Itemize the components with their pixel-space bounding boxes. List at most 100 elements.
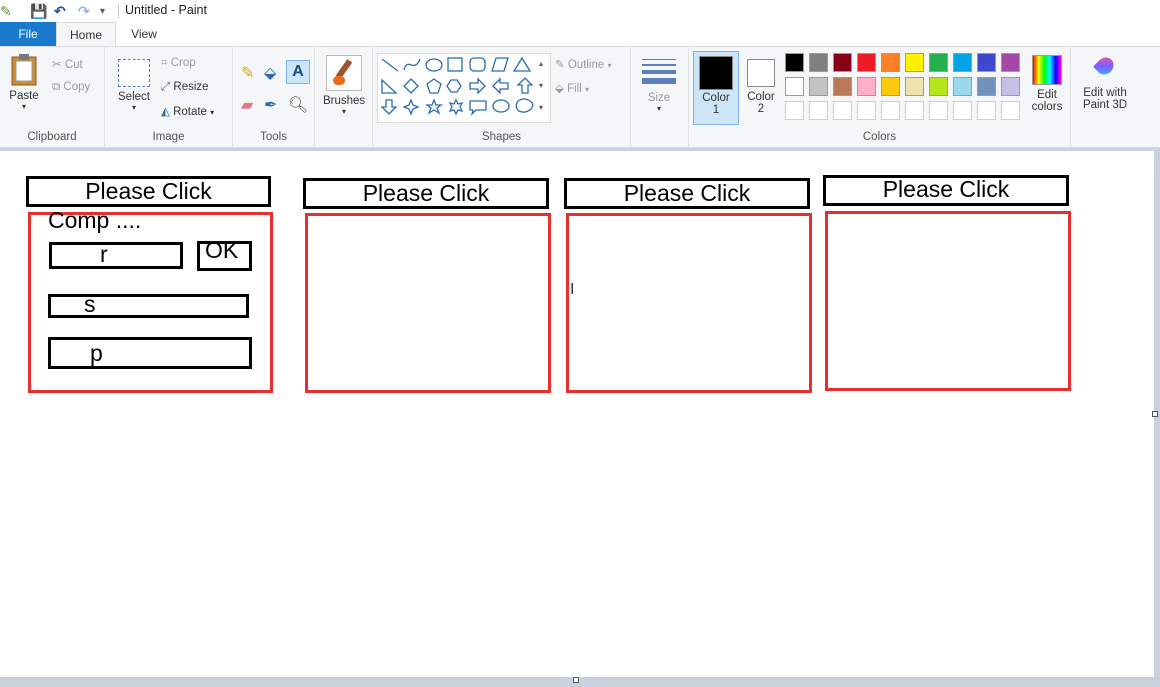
cut-label: Cut (64, 59, 83, 71)
drawing-canvas[interactable]: Please Click Comp .... r OK s p Please C… (0, 151, 1154, 677)
panel-2-header[interactable]: Please Click (303, 178, 549, 209)
brushes-button[interactable]: Brushes ▾ (323, 55, 365, 116)
brushes-label: Brushes (323, 95, 366, 107)
palette-swatch[interactable] (1001, 101, 1020, 120)
resize-icon: ⤢ (161, 81, 171, 93)
palette-swatch[interactable] (857, 53, 876, 72)
fill-button[interactable]: ⬙ Fill ▾ (555, 81, 589, 95)
fill-bucket-icon[interactable]: ⬙ (264, 63, 276, 83)
redo-icon[interactable]: ↷ (78, 3, 90, 20)
palette-swatch[interactable] (977, 101, 996, 120)
panel-3-header[interactable]: Please Click (564, 178, 810, 209)
image-group-label: Image (152, 131, 185, 143)
field-s[interactable]: s (48, 293, 249, 318)
canvas-resize-handle-bottom[interactable] (573, 677, 579, 683)
color1-button[interactable]: Color 1 (693, 51, 739, 125)
clipboard-group-label: Clipboard (27, 131, 77, 143)
ok-button[interactable]: OK (197, 239, 252, 271)
panel-4-box (825, 211, 1071, 391)
field-r[interactable]: r (49, 242, 183, 269)
shapes-group-label: Shapes (481, 131, 521, 143)
palette-swatch[interactable] (977, 53, 996, 72)
palette-swatch[interactable] (953, 53, 972, 72)
outline-button[interactable]: ✎ Outline ▾ (555, 57, 612, 71)
color-picker-icon[interactable]: ✒ (264, 95, 277, 115)
palette-swatch[interactable] (857, 77, 876, 96)
colors-group-label: Colors (862, 131, 897, 143)
tab-home[interactable]: Home (56, 22, 116, 46)
crop-icon: ⌗ (161, 57, 168, 69)
palette-swatch[interactable] (833, 77, 852, 96)
palette-swatch[interactable] (929, 77, 948, 96)
shapes-scroll[interactable]: ▴ ▾ ▾ (535, 53, 547, 121)
cut-button[interactable]: ✂ Cut (52, 57, 83, 71)
palette-swatch[interactable] (857, 101, 876, 120)
copy-button[interactable]: ⧉ Copy (52, 81, 90, 94)
palette-swatch[interactable] (929, 53, 948, 72)
text-tool-icon[interactable]: A (286, 60, 310, 84)
edit-colors-button[interactable]: Edit colors (1027, 55, 1067, 113)
palette-swatch[interactable] (929, 101, 948, 120)
canvas-area: Please Click Comp .... r OK s p Please C… (0, 148, 1160, 687)
palette-swatch[interactable] (953, 77, 972, 96)
palette-swatch[interactable] (785, 101, 804, 120)
paint-app-icon: ✎ (0, 3, 12, 19)
color2-button[interactable]: Color 2 (741, 51, 781, 125)
rotate-icon: ◭ (161, 106, 170, 118)
save-icon[interactable]: 💾 (30, 3, 47, 20)
panel-3-header-text: Please Click (623, 180, 751, 206)
field-r-label: r (100, 241, 108, 267)
palette-swatch[interactable] (809, 53, 828, 72)
fill-icon: ⬙ (555, 83, 564, 95)
shapes-group: ▴ ▾ ▾ ✎ Outline ▾ ⬙ Fill ▾ Shapes (373, 47, 631, 147)
color2-swatch (747, 59, 775, 87)
clipboard-group: Paste ▾ ✂ Cut ⧉ Copy Clipboard (0, 47, 105, 147)
tab-file[interactable]: File (0, 22, 56, 46)
resize-label: Resize (173, 81, 209, 93)
palette-swatch[interactable] (953, 101, 972, 120)
color2-number: 2 (757, 103, 765, 115)
palette-swatch[interactable] (977, 77, 996, 96)
shapes-gallery[interactable] (377, 53, 551, 123)
magnifier-icon[interactable]: 🔍︎ (288, 95, 308, 115)
edit-with-paint3d-button[interactable]: Edit with Paint 3D (1077, 53, 1133, 111)
palette-swatch[interactable] (881, 101, 900, 120)
panel-4-header[interactable]: Please Click (823, 175, 1069, 206)
size-button[interactable]: Size ▾ (640, 55, 678, 113)
crop-label: Crop (170, 57, 196, 69)
palette-swatch[interactable] (809, 101, 828, 120)
palette-swatch[interactable] (905, 77, 924, 96)
tab-view[interactable]: View (118, 22, 170, 46)
palette-swatch[interactable] (1001, 77, 1020, 96)
panel-3-box (566, 213, 812, 393)
scissors-icon: ✂ (52, 59, 62, 71)
select-button[interactable]: Select ▾ (113, 55, 155, 112)
field-p[interactable]: p (48, 337, 252, 369)
palette-swatch[interactable] (881, 77, 900, 96)
palette-swatch[interactable] (809, 77, 828, 96)
undo-icon[interactable]: ↶ (54, 3, 66, 20)
panel-1-header[interactable]: Please Click (26, 176, 271, 207)
select-label: Select (118, 91, 150, 103)
palette-swatch[interactable] (785, 53, 804, 72)
select-icon (118, 59, 150, 87)
palette-swatch[interactable] (833, 53, 852, 72)
ribbon: Paste ▾ ✂ Cut ⧉ Copy Clipboard Select ▾ … (0, 46, 1160, 148)
palette-swatch[interactable] (905, 53, 924, 72)
canvas-resize-handle-right[interactable] (1152, 411, 1158, 417)
palette-swatch[interactable] (833, 101, 852, 120)
resize-button[interactable]: ⤢ Resize (161, 81, 209, 94)
outline-dropdown-icon: ▾ (607, 61, 612, 70)
eraser-icon[interactable]: ▰ (241, 95, 253, 115)
palette-swatch[interactable] (881, 53, 900, 72)
crop-button[interactable]: ⌗ Crop (161, 57, 196, 70)
brushes-group: Brushes ▾ (315, 47, 373, 147)
pencil-icon[interactable]: ✎ (241, 63, 254, 83)
rotate-button[interactable]: ◭ Rotate ▾ (161, 104, 214, 118)
palette-swatch[interactable] (905, 101, 924, 120)
customize-quick-access-icon[interactable]: ▾ (100, 6, 105, 17)
palette-swatch[interactable] (1001, 53, 1020, 72)
edit-colors-label-2: colors (1031, 101, 1063, 113)
palette-swatch[interactable] (785, 77, 804, 96)
paste-button[interactable]: Paste ▾ (4, 53, 44, 119)
